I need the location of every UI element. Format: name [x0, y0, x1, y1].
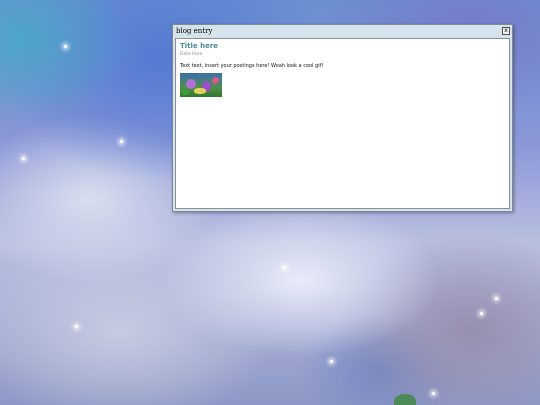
blog-entry-window: blog entry x Title here Date here Text t… [172, 24, 513, 212]
close-button[interactable]: x [502, 27, 510, 35]
sparkle [432, 392, 435, 395]
post-title: Title here [180, 42, 219, 50]
sparkle [330, 360, 333, 363]
window-titlebar[interactable]: blog entry x [173, 25, 512, 37]
window-content: Title here Date here Text text, insert y… [175, 38, 510, 209]
sparkle [75, 325, 78, 328]
sparkle [480, 312, 483, 315]
tree-top [394, 394, 416, 405]
sparkle [64, 45, 67, 48]
desktop: { "window": { "title": "blog entry", "cl… [0, 0, 540, 405]
post-date: Date here [180, 52, 203, 57]
sparkle [120, 140, 123, 143]
cool-gif-image [180, 73, 222, 97]
sparkle [495, 297, 498, 300]
window-title: blog entry [176, 27, 213, 35]
sparkle [283, 266, 286, 269]
post-body: Text text, insert your postings here! Wo… [180, 63, 324, 69]
sparkle [22, 157, 25, 160]
